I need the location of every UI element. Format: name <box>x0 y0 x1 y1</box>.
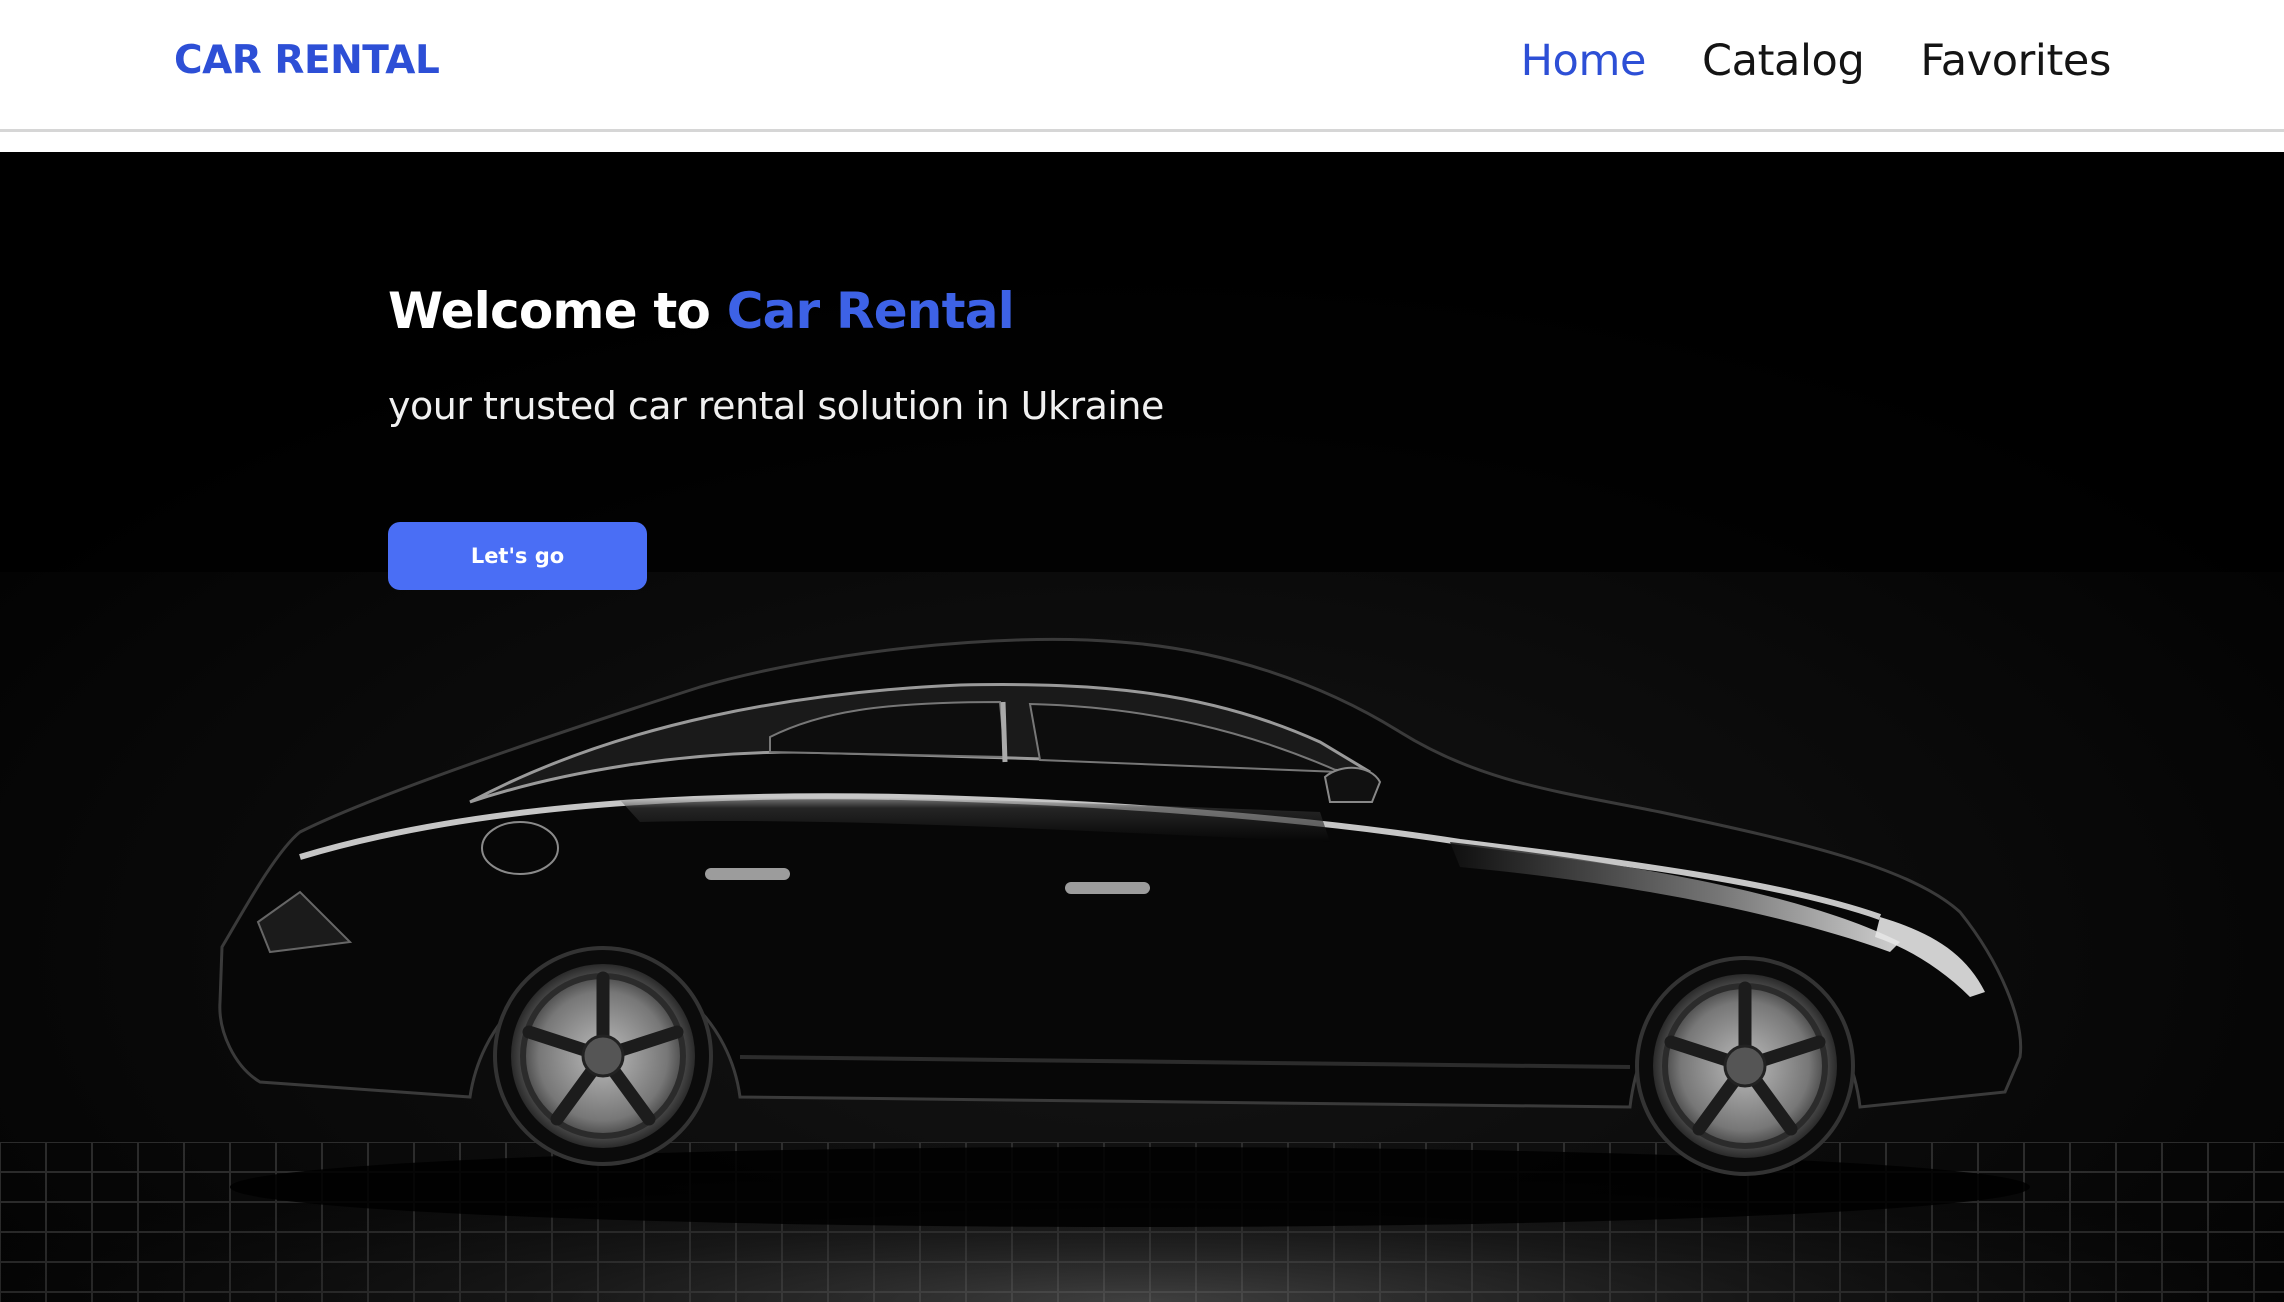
hero-car-image <box>0 152 2284 1302</box>
lets-go-button[interactable]: Let's go <box>388 522 647 590</box>
hero-title: Welcome to Car Rental <box>388 282 1015 340</box>
hero-title-prefix: Welcome to <box>388 282 727 340</box>
header-spacer <box>0 132 2284 152</box>
front-wheel-icon <box>1635 956 1855 1176</box>
nav-link-catalog[interactable]: Catalog <box>1702 36 1865 86</box>
logo[interactable]: CAR RENTAL <box>174 38 440 83</box>
hero-title-accent: Car Rental <box>726 282 1015 340</box>
hero-subtitle: your trusted car rental solution in Ukra… <box>388 384 1164 428</box>
hero-section: Welcome to Car Rental your trusted car r… <box>0 152 2284 1302</box>
rear-wheel-icon <box>493 946 713 1166</box>
nav-link-favorites[interactable]: Favorites <box>1920 36 2111 86</box>
site-header: CAR RENTAL Home Catalog Favorites <box>0 0 2284 132</box>
main-nav: Home Catalog Favorites <box>1521 36 2112 86</box>
nav-link-home[interactable]: Home <box>1521 36 1647 86</box>
